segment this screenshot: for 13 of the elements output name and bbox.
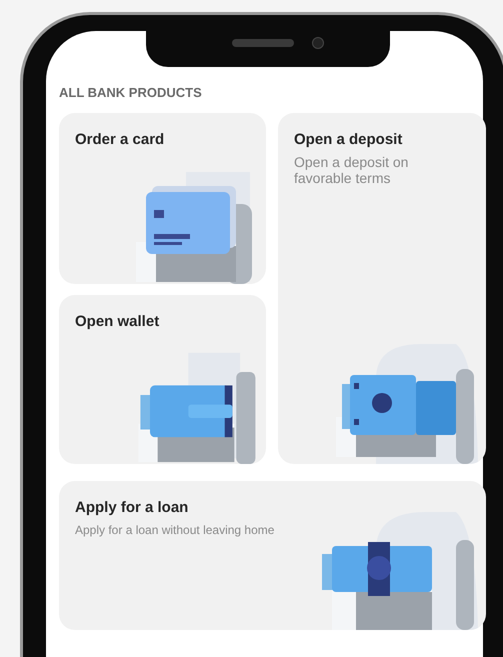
product-card[interactable]: Open a deposit Open a deposit on favorable terms bbox=[278, 113, 486, 464]
product-card[interactable]: Apply for a loan Apply for a loan without leaving home bbox=[59, 481, 486, 630]
camera-lens bbox=[312, 37, 324, 49]
speaker-grille bbox=[232, 39, 294, 47]
product-card[interactable]: Order a card bbox=[59, 113, 266, 284]
section-title: ALL BANK PRODUCTS bbox=[59, 85, 203, 100]
product-title: Open wallet bbox=[75, 313, 160, 330]
product-card[interactable]: Open wallet bbox=[59, 295, 266, 464]
product-title: Apply for a loan bbox=[75, 499, 190, 516]
product-description: Open a deposit on favorable terms bbox=[294, 154, 410, 186]
product-description: Apply for a loan without leaving home bbox=[75, 524, 276, 538]
product-title: Open a deposit bbox=[294, 131, 404, 148]
product-title: Order a card bbox=[75, 131, 166, 148]
